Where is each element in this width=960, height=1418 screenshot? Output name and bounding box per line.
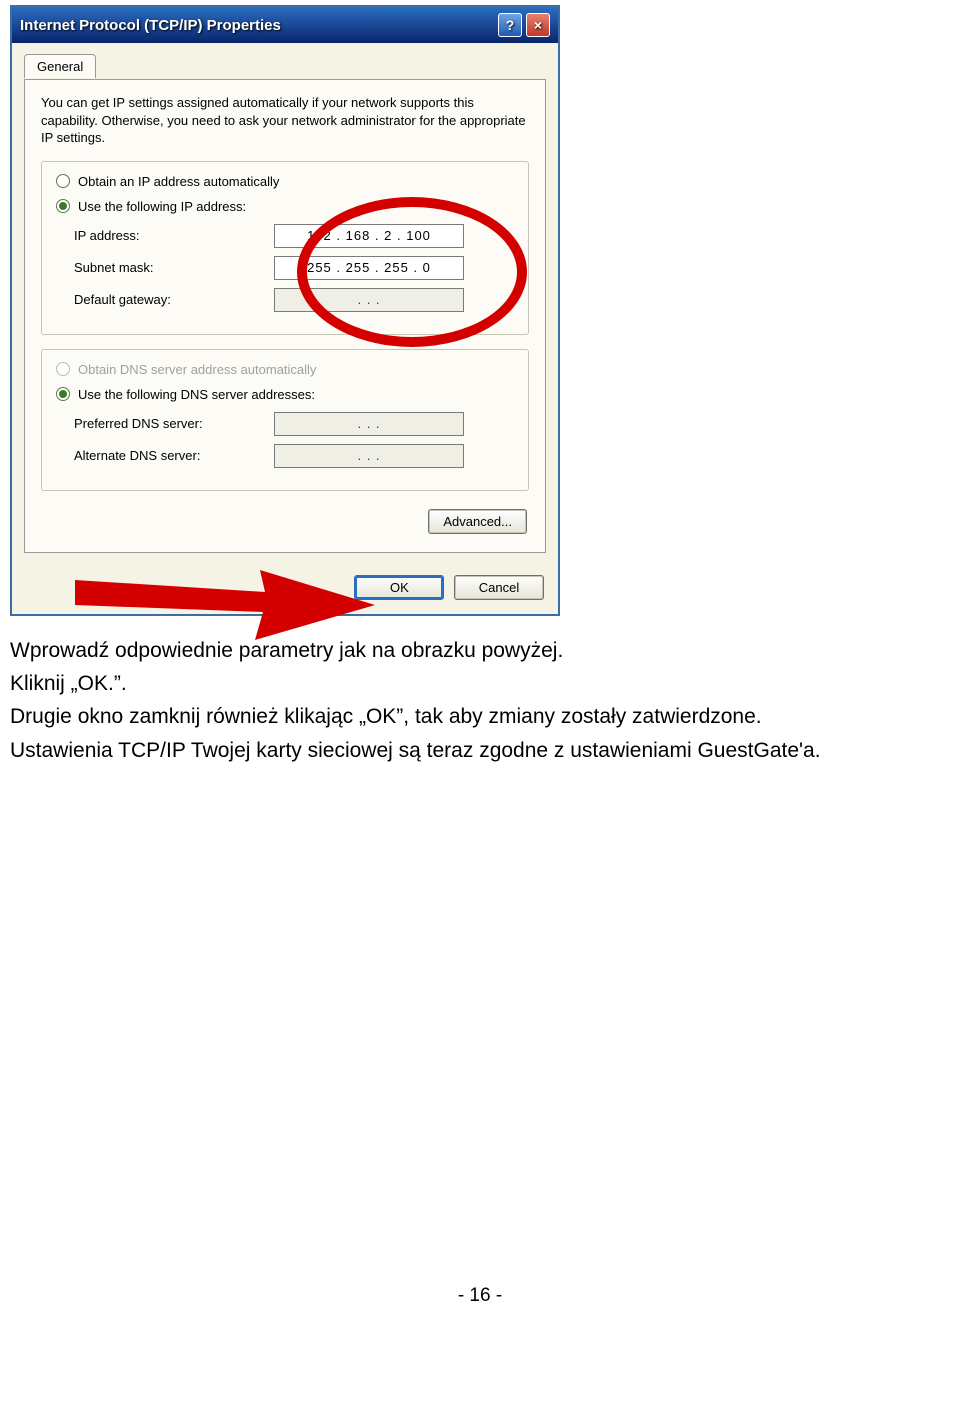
instruction-line: Wprowadź odpowiednie parametry jak na ob… — [10, 636, 950, 665]
radio-icon — [56, 174, 70, 188]
close-icon[interactable]: × — [526, 13, 550, 37]
alternate-dns-label: Alternate DNS server: — [74, 448, 274, 463]
radio-label: Obtain an IP address automatically — [78, 174, 279, 189]
dns-group: Obtain DNS server address automatically … — [41, 349, 529, 491]
instruction-line: Ustawienia TCP/IP Twojej karty sieciowej… — [10, 736, 950, 765]
radio-obtain-ip-auto[interactable]: Obtain an IP address automatically — [56, 174, 514, 189]
ip-address-label: IP address: — [74, 228, 274, 243]
radio-icon — [56, 362, 70, 376]
radio-use-dns[interactable]: Use the following DNS server addresses: — [56, 387, 514, 402]
instruction-line: Kliknij „OK.”. — [10, 669, 950, 698]
tab-strip: General — [24, 53, 546, 79]
preferred-dns-label: Preferred DNS server: — [74, 416, 274, 431]
radio-icon — [56, 199, 70, 213]
tab-general[interactable]: General — [24, 54, 96, 78]
ip-group: Obtain an IP address automatically Use t… — [41, 161, 529, 335]
intro-text: You can get IP settings assigned automat… — [41, 94, 529, 147]
radio-label: Use the following IP address: — [78, 199, 246, 214]
cancel-button[interactable]: Cancel — [454, 575, 544, 600]
tab-panel-general: You can get IP settings assigned automat… — [24, 79, 546, 553]
radio-label: Use the following DNS server addresses: — [78, 387, 315, 402]
radio-obtain-dns-auto: Obtain DNS server address automatically — [56, 362, 514, 377]
default-gateway-label: Default gateway: — [74, 292, 274, 307]
tcpip-properties-window: Internet Protocol (TCP/IP) Properties ? … — [10, 5, 560, 616]
subnet-mask-input[interactable]: 255 . 255 . 255 . 0 — [274, 256, 464, 280]
preferred-dns-input[interactable]: . . . — [274, 412, 464, 436]
help-icon[interactable]: ? — [498, 13, 522, 37]
instruction-text: Wprowadź odpowiednie parametry jak na ob… — [10, 636, 950, 766]
instruction-line: Drugie okno zamknij również klikając „OK… — [10, 702, 950, 731]
radio-icon — [56, 387, 70, 401]
window-title: Internet Protocol (TCP/IP) Properties — [20, 17, 281, 34]
default-gateway-input[interactable]: . . . — [274, 288, 464, 312]
ok-button[interactable]: OK — [354, 575, 444, 600]
ip-address-input[interactable]: 192 . 168 . 2 . 100 — [274, 224, 464, 248]
alternate-dns-input[interactable]: . . . — [274, 444, 464, 468]
advanced-button[interactable]: Advanced... — [428, 509, 527, 534]
radio-use-ip[interactable]: Use the following IP address: — [56, 199, 514, 214]
subnet-mask-label: Subnet mask: — [74, 260, 274, 275]
page-number: - 16 - — [10, 1285, 950, 1307]
titlebar: Internet Protocol (TCP/IP) Properties ? … — [12, 7, 558, 43]
radio-label: Obtain DNS server address automatically — [78, 362, 316, 377]
dialog-buttons: OK Cancel — [12, 565, 558, 614]
